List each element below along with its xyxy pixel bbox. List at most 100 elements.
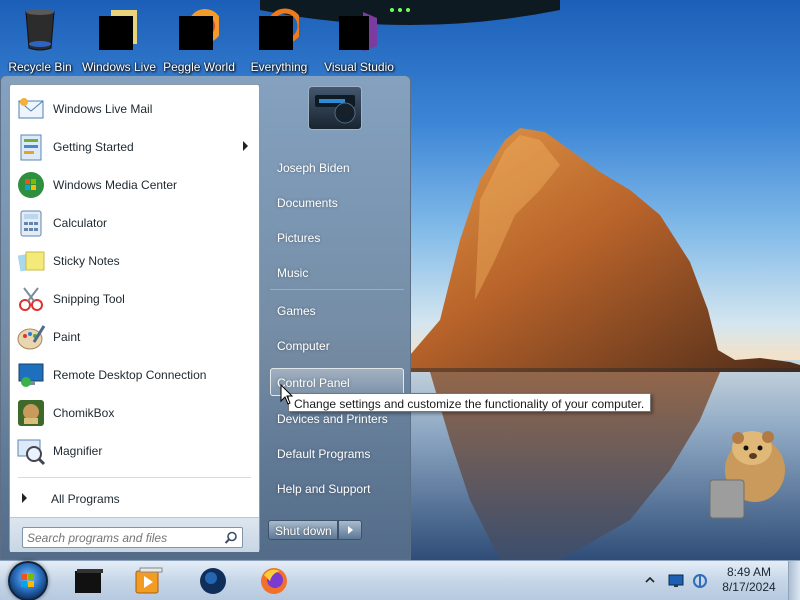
media-center-icon <box>18 172 44 198</box>
program-label: Sticky Notes <box>53 254 120 268</box>
start-link-user[interactable]: Joseph Biden <box>270 153 404 181</box>
search-input[interactable] <box>27 530 217 545</box>
program-item[interactable]: Windows Media Center <box>12 167 258 203</box>
media-player-icon <box>135 567 163 594</box>
start-link-help-support[interactable]: Help and Support <box>270 474 404 502</box>
start-link-label: Documents <box>277 196 338 210</box>
shutdown-button[interactable]: Shut down <box>268 520 338 540</box>
program-label: Windows Live Mail <box>53 102 153 116</box>
network-icon[interactable] <box>692 573 708 589</box>
start-link-label: Games <box>277 304 316 318</box>
clock-time: 8:49 AM <box>726 565 772 579</box>
divider <box>18 477 251 478</box>
chevron-right-icon <box>348 526 353 534</box>
program-item[interactable]: Calculator <box>12 205 258 241</box>
show-desktop-button[interactable] <box>788 561 800 600</box>
tooltip-text: Change settings and customize the functi… <box>294 397 645 411</box>
program-label: Windows Media Center <box>53 178 178 192</box>
search-area <box>10 517 259 552</box>
show-hidden-icons-icon[interactable] <box>644 575 656 585</box>
program-label: Magnifier <box>53 444 103 458</box>
start-link-default-programs[interactable]: Default Programs <box>270 439 404 467</box>
start-link-music[interactable]: Music <box>270 258 404 286</box>
program-item[interactable]: Snipping Tool <box>12 281 258 317</box>
start-link-label: Devices and Printers <box>277 412 388 426</box>
desktop-icon-label: Everything <box>250 60 308 74</box>
remote-desktop-icon <box>18 363 44 387</box>
start-menu-programs-pane: Windows Live Mail Getting Started Window… <box>9 84 260 552</box>
user-picture-image <box>315 95 356 124</box>
program-label: Getting Started <box>53 140 134 154</box>
start-link-label: Computer <box>277 339 330 353</box>
desktop-icon-peggle-world[interactable]: Peggle World <box>159 4 239 76</box>
recycle-bin-icon <box>25 9 55 51</box>
start-link-games[interactable]: Games <box>270 296 404 324</box>
desktop-icon-label: Recycle Bin <box>8 60 72 74</box>
desktop-icon-label: Visual Studio <box>324 60 394 74</box>
start-link-documents[interactable]: Documents <box>270 188 404 216</box>
start-menu: Windows Live Mail Getting Started Window… <box>0 75 411 560</box>
clock-date: 8/17/2024 <box>722 580 776 594</box>
taskbar-app[interactable] <box>66 563 110 599</box>
snipping-tool-icon <box>19 287 43 311</box>
start-link-computer[interactable]: Computer <box>270 331 404 359</box>
program-label: ChomikBox <box>53 406 115 420</box>
taskbar: 8:49 AM 8/17/2024 <box>0 560 800 600</box>
program-label: Calculator <box>53 216 108 230</box>
program-label: Paint <box>53 330 81 344</box>
globe-icon <box>200 568 226 594</box>
sticky-notes-icon <box>17 251 45 272</box>
desktop-icon-label: Windows Live <box>81 60 157 74</box>
start-link-label: Music <box>277 266 309 280</box>
windows-logo-icon <box>21 574 34 587</box>
start-link-label: Default Programs <box>277 447 371 461</box>
shutdown-options-button[interactable] <box>338 520 362 540</box>
desktop-icon-recycle-bin[interactable]: Recycle Bin <box>0 4 80 76</box>
tooltip: Change settings and customize the functi… <box>288 393 651 412</box>
program-item[interactable]: Getting Started <box>12 129 258 165</box>
magnifier-icon <box>17 439 46 466</box>
everything-icon <box>259 8 299 50</box>
firefox-icon <box>261 568 287 594</box>
getting-started-icon <box>20 134 42 161</box>
black-app-icon <box>75 569 103 593</box>
clock[interactable]: 8:49 AM 8/17/2024 <box>715 565 783 597</box>
start-button[interactable] <box>8 561 48 600</box>
all-programs-item[interactable]: All Programs <box>12 483 258 515</box>
desktop-icon-label: Peggle World <box>163 60 235 74</box>
program-item[interactable]: Windows Live Mail <box>12 91 258 127</box>
search-icon[interactable] <box>223 530 239 546</box>
start-link-label: Pictures <box>277 231 321 245</box>
mouse-cursor-icon <box>280 384 294 405</box>
visual-studio-icon <box>339 12 377 52</box>
program-item[interactable]: Sticky Notes <box>12 243 258 279</box>
calculator-icon <box>20 210 42 237</box>
all-programs-arrow-icon <box>22 493 27 503</box>
program-item[interactable]: Remote Desktop Connection <box>12 357 258 393</box>
program-item[interactable]: ChomikBox <box>12 395 258 431</box>
user-picture[interactable] <box>308 86 362 130</box>
windows-live-icon <box>99 10 137 50</box>
peggle-world-icon <box>179 9 219 50</box>
desktop-icon-visual-studio[interactable]: Visual Studio <box>319 4 399 76</box>
shutdown-label: Shut down <box>275 524 332 538</box>
mail-icon <box>18 98 44 119</box>
desktop-icon-windows-live[interactable]: Windows Live <box>79 4 159 76</box>
program-item[interactable]: Magnifier <box>12 433 258 469</box>
program-label: Remote Desktop Connection <box>53 368 207 382</box>
start-link-label: Joseph Biden <box>277 161 350 175</box>
start-link-pictures[interactable]: Pictures <box>270 223 404 251</box>
chomikbox-icon <box>18 400 44 426</box>
search-box[interactable] <box>22 527 243 548</box>
desktop-icon-everything[interactable]: Everything <box>239 4 319 76</box>
monitor-icon[interactable] <box>668 574 684 588</box>
all-programs-label: All Programs <box>51 492 120 506</box>
taskbar-app[interactable] <box>252 563 296 599</box>
program-item[interactable]: Paint <box>12 319 258 355</box>
start-link-label: Help and Support <box>277 482 371 496</box>
taskbar-app[interactable] <box>191 563 235 599</box>
submenu-arrow-icon <box>243 141 248 151</box>
program-label: Snipping Tool <box>53 292 125 306</box>
taskbar-app[interactable] <box>126 563 170 599</box>
divider <box>270 289 404 290</box>
